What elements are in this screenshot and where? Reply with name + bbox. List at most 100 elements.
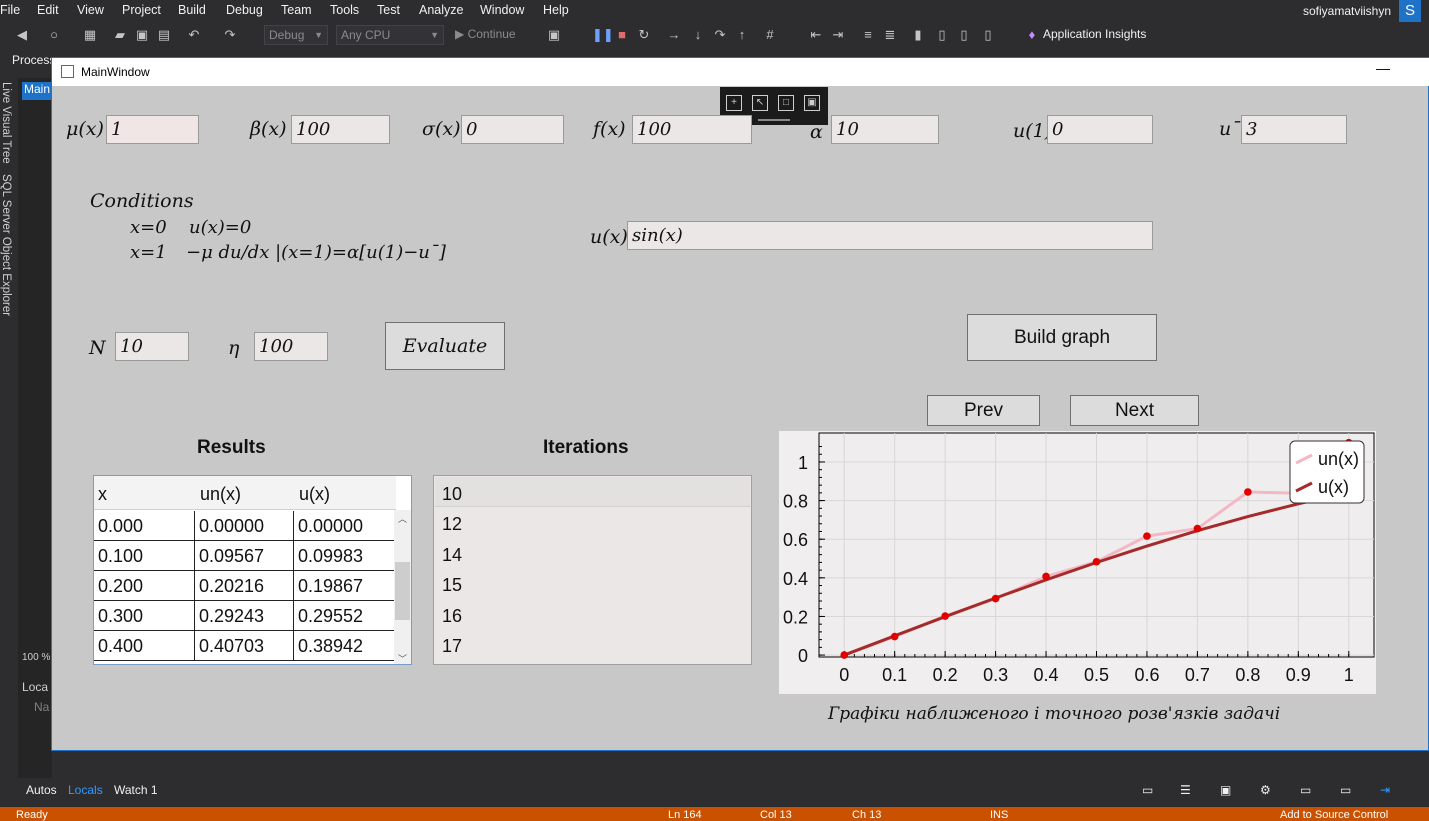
minimize-icon[interactable]: — [1376,60,1390,76]
save-icon[interactable]: ▣ [134,27,150,43]
eta-input[interactable]: 100 [254,332,328,361]
shell-icon[interactable]: ▭ [1142,783,1153,797]
menu-project[interactable]: Project [122,3,161,17]
back-icon[interactable]: ◀ [14,27,30,43]
list-icon[interactable]: ☰ [1180,783,1191,797]
bookmark-icon[interactable]: ▮ [910,27,926,43]
menu-window[interactable]: Window [480,3,524,17]
step-over-icon[interactable]: ↷ [712,27,728,43]
cell-un: 0.09567 [195,541,294,571]
restart-icon[interactable]: ↻ [636,27,652,43]
menu-tools[interactable]: Tools [330,3,359,17]
beta-label: β(x) [250,118,287,140]
package-icon[interactable]: ▣ [1220,783,1231,797]
redo-icon[interactable]: ↷ [222,27,238,43]
prev-button[interactable]: Prev [927,395,1040,426]
menu-test[interactable]: Test [377,3,400,17]
y-tick-label: 0.6 [783,530,808,550]
next-button[interactable]: Next [1070,395,1199,426]
column-header-x[interactable]: x [98,484,107,505]
list-item[interactable]: 14 [442,545,462,566]
alpha-label: α [810,121,823,143]
settings-icon[interactable]: ⚙ [1260,783,1271,797]
list-item[interactable]: 12 [442,514,462,535]
f-input[interactable]: 100 [632,115,752,144]
results-scrollbar-thumb[interactable] [395,562,410,620]
indent-icon[interactable]: ⇤ [808,27,824,43]
menu-view[interactable]: View [77,3,104,17]
account-name[interactable]: sofiyamatviishyn [1303,4,1391,18]
column-header-u[interactable]: u(x) [299,484,330,505]
platform-combo[interactable]: Any CPU ▼ [336,25,444,45]
locals-name-column: Na [34,700,50,714]
zoom-level[interactable]: 100 % [22,652,50,663]
tab-watch-1[interactable]: Watch 1 [114,783,158,797]
open-folder-icon[interactable]: ▰ [112,27,128,43]
account-avatar[interactable]: S [1399,0,1421,22]
prev-bookmark-icon[interactable]: ▯ [934,27,950,43]
forward-icon[interactable]: ○ [46,27,62,43]
build-graph-button[interactable]: Build graph [967,314,1157,361]
menu-file[interactable]: File [0,3,20,17]
window-title-bar[interactable]: MainWindow — [52,58,1429,86]
ubar-input[interactable]: 3 [1241,115,1347,144]
live-visual-tree-tab[interactable]: Live Visual Tree [0,82,12,164]
continue-button[interactable]: ▶ Continue [455,27,516,41]
clear-bookmarks-icon[interactable]: ▯ [980,27,996,43]
beta-input[interactable]: 100 [291,115,390,144]
new-project-icon[interactable]: ▦ [82,27,98,43]
sql-server-object-explorer-tab[interactable]: SQL Server Object Explorer [0,174,12,316]
show-next-statement-icon[interactable]: → [666,27,682,43]
list-item[interactable]: 15 [442,575,462,596]
evaluate-button[interactable]: Evaluate [385,322,505,370]
exact-solution-input[interactable]: sin(x) [627,221,1153,250]
drag-handle[interactable] [758,119,790,121]
uncomment-icon[interactable]: ≣ [882,27,898,43]
results-scrollbar[interactable]: ︿ ﹀ [394,510,411,664]
solution-config-combo[interactable]: Debug ▼ [264,25,328,45]
publish-icon[interactable]: ⇥ [1380,783,1390,797]
n-input[interactable]: 10 [115,332,189,361]
list-item[interactable]: 16 [442,606,462,627]
sigma-input[interactable]: 0 [461,115,564,144]
list-item[interactable]: 17 [442,636,462,657]
next-bookmark-icon[interactable]: ▯ [956,27,972,43]
alpha-input[interactable]: 10 [831,115,939,144]
menu-analyze[interactable]: Analyze [419,3,463,17]
undo-icon[interactable]: ↶ [186,27,202,43]
step-out-icon[interactable]: ↑ [734,27,750,43]
scroll-down-icon[interactable]: ﹀ [398,652,407,664]
y-tick-label: 0.8 [783,492,808,512]
main-document-tab[interactable]: Main [22,82,54,100]
go-to-live-visual-tree-icon[interactable]: + [726,95,742,111]
process-icon[interactable]: ▣ [546,27,562,43]
list-item[interactable]: 10 [442,484,462,505]
add-to-source-control[interactable]: Add to Source Control [1280,809,1388,821]
save-all-icon[interactable]: ▤ [156,27,172,43]
step-into-icon[interactable]: ↓ [690,27,706,43]
track-focus-icon[interactable]: ▣ [804,95,820,111]
menu-team[interactable]: Team [281,3,312,17]
select-element-icon[interactable]: ↖ [752,95,768,111]
menu-build[interactable]: Build [178,3,206,17]
column-header-un[interactable]: un(x) [200,484,241,505]
console-icon[interactable]: ▭ [1340,783,1351,797]
conditions-title: Conditions [90,190,194,212]
u1-input[interactable]: 0 [1047,115,1153,144]
terminal-icon[interactable]: ▭ [1300,783,1311,797]
x-tick-label: 0.2 [933,665,958,685]
outdent-icon[interactable]: ⇥ [830,27,846,43]
display-layout-adorners-icon[interactable]: □ [778,95,794,111]
tab-locals[interactable]: Locals [68,783,103,797]
stop-icon[interactable]: ■ [614,27,630,43]
mu-input[interactable]: 1 [106,115,199,144]
hex-icon[interactable]: # [762,27,778,43]
application-insights-button[interactable]: Application Insights [1043,27,1146,41]
comment-icon[interactable]: ≡ [860,27,876,43]
menu-edit[interactable]: Edit [37,3,59,17]
tab-autos[interactable]: Autos [26,783,57,797]
scroll-up-icon[interactable]: ︿ [398,512,407,525]
pause-icon[interactable]: ❚❚ [592,27,614,43]
menu-help[interactable]: Help [543,3,569,17]
menu-debug[interactable]: Debug [226,3,263,17]
